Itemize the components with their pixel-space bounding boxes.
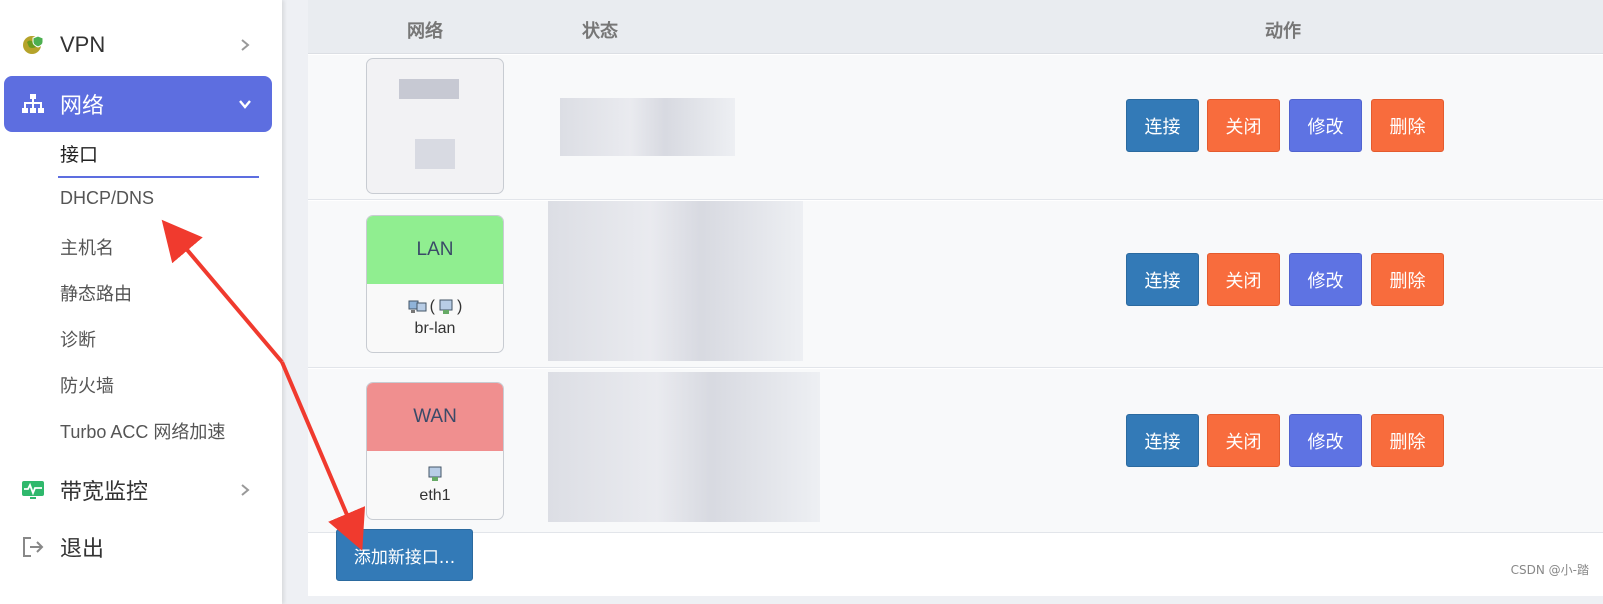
connect-button[interactable]: 连接: [1126, 253, 1199, 306]
table-row: WAN eth1 连接 关闭 修改 删除: [308, 369, 1603, 533]
pixelated-status: [548, 201, 803, 361]
table-row: 连接 关闭 修改 删除: [308, 55, 1603, 200]
paren-open: (: [429, 298, 435, 315]
connect-button[interactable]: 连接: [1126, 99, 1199, 152]
chevron-down-icon: [239, 100, 251, 109]
sidebar-sub-dhcp-dns[interactable]: DHCP/DNS: [60, 188, 154, 209]
sitemap-icon: [20, 91, 46, 117]
globe-shield-icon: [20, 32, 46, 58]
edit-button[interactable]: 修改: [1289, 253, 1362, 306]
interface-card-wan[interactable]: WAN eth1: [366, 382, 504, 520]
active-underline: [58, 176, 259, 178]
interface-device: ( ) br-lan: [367, 284, 503, 352]
interfaces-panel: 网络 状态 动作 连接 关闭 修改 删除 LAN () br-lan 连接 关…: [308, 0, 1603, 596]
add-interface-button[interactable]: 添加新接口...: [336, 529, 473, 581]
interface-icons: ( ): [408, 298, 463, 316]
interface-card[interactable]: [366, 58, 504, 194]
sidebar-item-bandwidth[interactable]: 带宽监控: [4, 465, 272, 515]
sidebar-sub-turbo-acc[interactable]: Turbo ACC 网络加速: [60, 418, 225, 444]
close-button[interactable]: 关闭: [1207, 414, 1280, 467]
pixelated-content: [415, 139, 455, 169]
device-name: eth1: [419, 487, 451, 504]
sidebar-item-label: 带宽监控: [60, 479, 149, 504]
chevron-right-icon: [241, 39, 250, 51]
sidebar-item-label: 退出: [60, 536, 105, 561]
pixelated-status: [560, 98, 735, 156]
sidebar-sub-hostname[interactable]: 主机名: [60, 234, 114, 260]
sidebar-sub-diagnostics[interactable]: 诊断: [60, 326, 96, 352]
interface-device: eth1: [367, 451, 503, 519]
table-row: LAN ( ) br-lan 连接 关闭 修改 删除: [308, 201, 1603, 368]
close-button[interactable]: 关闭: [1207, 253, 1280, 306]
sidebar: VPN 网络 接口 DHCP/DNS 主机名 静态路由 诊断 防火墙 Turbo…: [0, 0, 282, 604]
chevron-right-icon: [241, 484, 250, 496]
sidebar-sub-static-routes[interactable]: 静态路由: [60, 280, 132, 306]
interface-card-lan[interactable]: LAN ( ) br-lan: [366, 215, 504, 353]
device-name: br-lan: [414, 320, 456, 337]
edit-button[interactable]: 修改: [1289, 414, 1362, 467]
pixelated-content: [399, 79, 459, 99]
column-header-status: 状态: [582, 21, 618, 41]
monitor-pulse-icon: [20, 477, 46, 503]
table-header: 网络 状态 动作: [308, 0, 1603, 54]
ethernet-icon: [439, 299, 453, 314]
column-header-actions: 动作: [1265, 21, 1301, 41]
sidebar-sub-interfaces[interactable]: 接口: [60, 140, 98, 167]
sidebar-item-label: VPN: [60, 32, 106, 57]
edit-button[interactable]: 修改: [1289, 99, 1362, 152]
sidebar-item-vpn[interactable]: VPN: [4, 20, 272, 70]
close-button[interactable]: 关闭: [1207, 99, 1280, 152]
logout-icon: [20, 534, 46, 560]
interface-name: LAN: [367, 216, 503, 284]
bridge-icon: [408, 300, 427, 313]
paren-close: ): [457, 298, 463, 315]
connect-button[interactable]: 连接: [1126, 414, 1199, 467]
sidebar-item-logout[interactable]: 退出: [4, 522, 272, 572]
ethernet-icon: [428, 466, 442, 481]
sidebar-item-network[interactable]: 网络: [4, 76, 272, 132]
sidebar-item-label: 网络: [60, 93, 105, 118]
pixelated-status: [548, 372, 820, 522]
delete-button[interactable]: 删除: [1371, 99, 1444, 152]
sidebar-sub-firewall[interactable]: 防火墙: [60, 372, 114, 398]
delete-button[interactable]: 删除: [1371, 253, 1444, 306]
interface-icons: [426, 465, 444, 483]
interface-name: WAN: [367, 383, 503, 451]
watermark: CSDN @小-踏: [1510, 563, 1589, 577]
delete-button[interactable]: 删除: [1371, 414, 1444, 467]
column-header-network: 网络: [407, 21, 443, 41]
